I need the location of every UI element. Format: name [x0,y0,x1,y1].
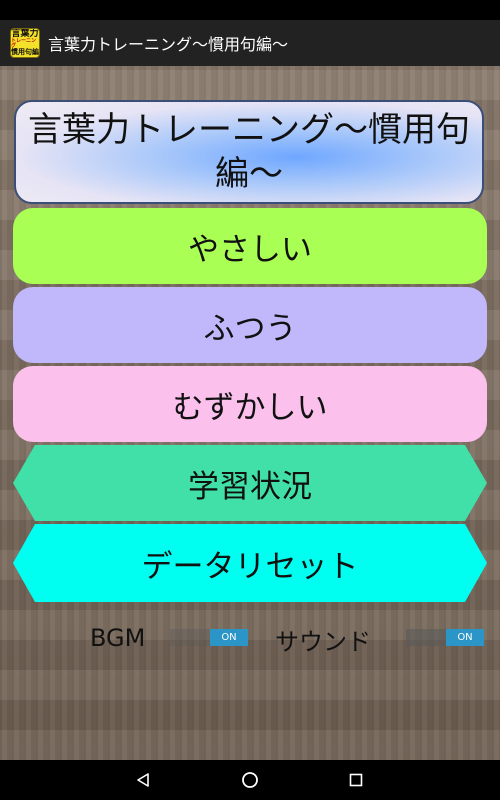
recent-apps-button[interactable] [326,760,386,800]
bgm-toggle[interactable]: ON [170,629,248,646]
normal-button[interactable]: ふつう [13,287,487,363]
navigation-bar [0,760,500,800]
banner-title: 言葉力トレーニング〜慣用句編〜 [28,110,470,194]
home-button[interactable] [220,760,280,800]
app-icon-line3: 慣用句編 [11,48,39,56]
status-bar [0,0,500,20]
easy-button[interactable]: やさしい [13,208,487,284]
back-button[interactable] [113,760,173,800]
back-icon [137,773,149,787]
title-banner: 言葉力トレーニング〜慣用句編〜 [14,100,484,204]
bgm-toggle-state: ON [210,629,248,646]
app-title: 言葉力トレーニング〜慣用句編〜 [48,35,289,54]
sound-toggle[interactable]: ON [406,629,484,646]
sound-label: サウンド [275,628,371,656]
recent-apps-icon [349,773,363,787]
action-bar: 言葉力 トレーニング 慣用句編 言葉力トレーニング〜慣用句編〜 [0,20,500,66]
app-icon: 言葉力 トレーニング 慣用句編 [10,28,40,58]
hard-button[interactable]: むずかしい [13,366,487,442]
bgm-label: BGM [90,624,146,652]
data-reset-button[interactable]: データリセット [13,524,487,602]
home-icon [242,772,258,788]
study-status-button[interactable]: 学習状況 [13,445,487,521]
sound-toggle-state: ON [446,629,484,646]
